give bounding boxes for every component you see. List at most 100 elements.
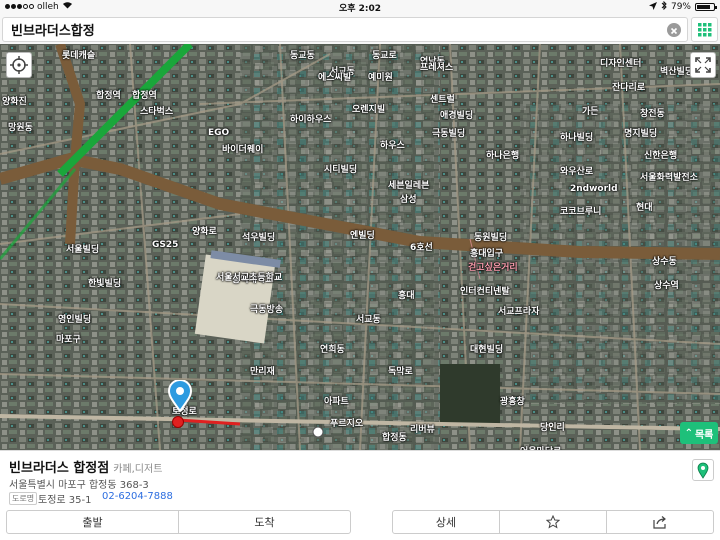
close-icon	[670, 27, 678, 35]
map-label: 서울서교초등학교	[216, 273, 283, 283]
detail-button[interactable]: 상세	[393, 511, 499, 533]
map-label: 서교프라자	[498, 307, 540, 317]
map-label: 에스씨빌	[318, 73, 352, 83]
selected-point-icon	[172, 416, 184, 428]
status-bar: olleh 오후 2:02 79%	[0, 0, 720, 14]
road-address: 토정로 35-1	[38, 495, 92, 506]
map-label: 서울빌딩	[66, 245, 100, 255]
map-label: 극동방송	[250, 305, 284, 315]
map-label: 합정역	[96, 91, 121, 101]
battery-percent: 79%	[670, 2, 691, 12]
map-label: GS25	[152, 240, 179, 250]
phone-link[interactable]: 02-6204-7888	[102, 491, 173, 502]
location-icon	[648, 1, 657, 13]
map-label: 벽산빌딩	[660, 67, 694, 77]
satellite-map[interactable]: 롯데캐슬 합정역 동교동 서교동 동교로 연남동 에스씨빌 예미원 오렌지빌 하이하우스 프레셔스 센…	[0, 44, 720, 450]
map-label: 하우스	[380, 141, 405, 151]
place-category: 카페,디저트	[113, 464, 163, 475]
map-label: 당인리	[540, 423, 565, 433]
map-label: EGO	[208, 128, 230, 138]
map-label: 엔빌딩	[350, 231, 375, 241]
share-icon	[653, 516, 666, 529]
map-label: 와우산로	[560, 167, 594, 177]
grid-icon	[698, 23, 712, 37]
place-name: 빈브라더스 합정점	[9, 461, 110, 476]
map-label: 한빛빌딩	[88, 279, 122, 289]
map-label: 리버뷰	[410, 425, 435, 435]
map-label: 합정동	[382, 433, 407, 443]
menu-grid-button[interactable]	[691, 17, 718, 42]
place-actions: 상세	[392, 510, 714, 534]
map-label: 인터컨티넨탈	[460, 287, 510, 297]
place-marker-icon[interactable]	[167, 379, 193, 416]
map-label: 석우빌딩	[242, 233, 276, 243]
map-label: 세븐일레븐	[388, 181, 430, 191]
map-label: 2ndworld	[570, 184, 618, 194]
arrive-button[interactable]: 도착	[178, 511, 350, 533]
map-label: 바이더웨이	[222, 145, 264, 155]
map-label: 가든	[582, 107, 599, 117]
map-label: 홍대입구	[470, 249, 504, 259]
map-label: 센트럴	[430, 95, 455, 105]
map-label: 코코브루니	[560, 207, 602, 217]
share-button[interactable]	[606, 511, 713, 533]
depart-button[interactable]: 출발	[7, 511, 178, 533]
map-label: 하나은행	[486, 151, 520, 161]
map-label: 동교동	[290, 51, 315, 61]
list-button[interactable]: ⌃ 목록	[680, 422, 718, 444]
clear-search-button[interactable]	[667, 23, 681, 37]
map-label: 만리재	[250, 367, 275, 377]
map-label: 잔다리로	[612, 83, 646, 93]
map-label: 상수동	[652, 257, 677, 267]
my-location-button[interactable]	[6, 52, 32, 78]
map-label: 오렌지빌	[352, 105, 386, 115]
map-label: 서울화력발전소	[640, 173, 698, 183]
map-label: 양화진	[2, 97, 27, 107]
map-label: 동원빌딩	[474, 233, 508, 243]
map-label: 양화로	[192, 227, 217, 237]
map-label: 신한은행	[644, 151, 678, 161]
star-icon	[546, 515, 560, 529]
map-label: 마포구	[56, 335, 81, 345]
fullscreen-button[interactable]	[690, 52, 716, 78]
map-pin-button[interactable]	[692, 459, 714, 481]
map-label: 프레셔스	[420, 63, 454, 73]
map-label: 영인빌딩	[58, 315, 92, 325]
status-time: 오후 2:02	[338, 4, 382, 14]
map-label: 예미원	[368, 73, 393, 83]
map-label: 연희동	[320, 345, 345, 355]
map-label: 하나빌딩	[560, 133, 594, 143]
map-label: 시티빌딩	[324, 165, 358, 175]
map-label: 대현빌딩	[470, 345, 504, 355]
map-label: 6호선	[410, 243, 433, 253]
map-label: 극동빌딩	[432, 129, 466, 139]
map-label: 홍대	[398, 291, 415, 301]
map-label: 푸르지오	[330, 419, 364, 429]
favorite-button[interactable]	[499, 511, 606, 533]
map-label: 상수역	[654, 281, 679, 291]
map-label: 망원동	[8, 123, 33, 133]
status-right: 79%	[648, 0, 717, 13]
map-label: 명지빌딩	[624, 129, 658, 139]
map-label: 디자인센터	[600, 59, 642, 69]
map-label: 스타벅스	[140, 107, 174, 117]
crosshair-icon	[10, 56, 28, 74]
map-label: 독막로	[388, 367, 413, 377]
road-address-tag: 도로명	[9, 492, 38, 505]
map-label: 현대	[636, 203, 653, 213]
map-label: 애경빌딩	[440, 111, 474, 121]
expand-icon	[695, 57, 711, 73]
place-address: 서울특별시 마포구 합정동 368-3	[9, 480, 149, 491]
map-pin-icon	[697, 462, 709, 479]
map-label: 하이하우스	[290, 115, 332, 125]
search-input[interactable]	[3, 18, 643, 41]
map-label: 창전동	[640, 109, 665, 119]
map-label: 아파트	[324, 397, 349, 407]
map-label: 롯데캐슬	[62, 51, 96, 61]
battery-icon	[695, 3, 717, 11]
place-title: 빈브라더스 합정점 카페,디저트	[9, 457, 162, 476]
chevron-up-icon: ⌃	[684, 427, 693, 439]
place-info-panel: 빈브라더스 합정점 카페,디저트 서울특별시 마포구 합정동 368-3 도로명 …	[0, 450, 720, 540]
search-field[interactable]	[2, 17, 688, 42]
map-label: 서교동	[356, 315, 381, 325]
